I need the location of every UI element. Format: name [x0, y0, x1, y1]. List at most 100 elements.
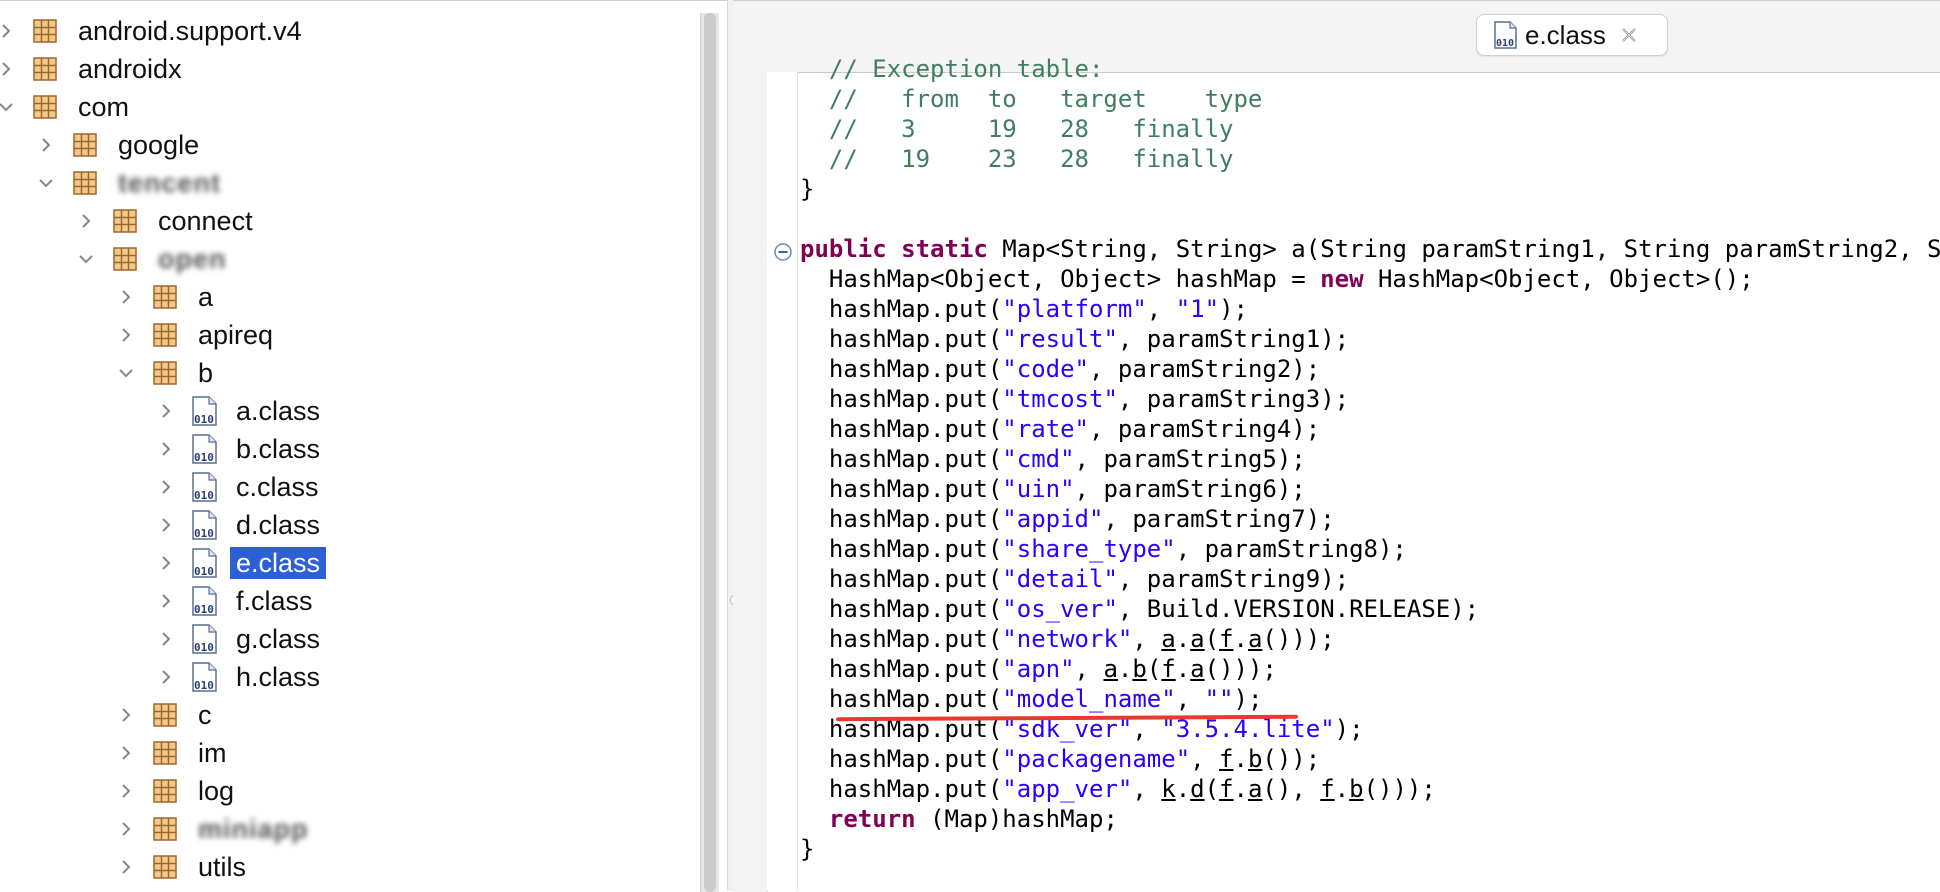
package-icon	[153, 817, 177, 841]
code-line: hashMap.put("detail", paramString9);	[800, 565, 1350, 593]
tree-item-class[interactable]: 010 g.class	[152, 623, 326, 655]
package-icon	[153, 703, 177, 727]
code-line: return (Map)hashMap;	[828, 805, 1118, 833]
code-line: hashMap.put("result", paramString1);	[800, 325, 1350, 353]
package-tree: android.support.v4 androidx com google tence…	[0, 1, 727, 892]
svg-text:010: 010	[194, 565, 214, 578]
chevron-right-icon[interactable]	[152, 435, 180, 463]
tree-item-package[interactable]: google	[32, 129, 205, 161]
chevron-right-icon[interactable]	[112, 853, 140, 881]
tree-item-label: apireq	[198, 320, 274, 350]
tree-item-package[interactable]: c	[112, 699, 218, 731]
tree-item-class[interactable]: 010 b.class	[152, 433, 326, 465]
chevron-down-icon[interactable]	[32, 169, 60, 197]
svg-text:010: 010	[194, 641, 214, 654]
package-icon	[113, 209, 137, 233]
package-icon	[153, 323, 177, 347]
package-icon	[33, 57, 57, 81]
chevron-right-icon[interactable]	[32, 131, 60, 159]
tab-e-class[interactable]: 010 e.class	[1476, 14, 1668, 56]
tree-item-class[interactable]: 010 h.class	[152, 661, 326, 693]
code-line: hashMap.put("appid", paramString7);	[800, 505, 1335, 533]
tree-item-package[interactable]: im	[112, 737, 233, 769]
tree-item-label: c.class	[236, 472, 319, 502]
chevron-right-icon[interactable]	[112, 777, 140, 805]
tree-item-package[interactable]: tencent	[32, 167, 227, 199]
chevron-down-icon[interactable]	[112, 359, 140, 387]
chevron-right-icon[interactable]	[152, 511, 180, 539]
chevron-right-icon[interactable]	[0, 17, 20, 45]
package-icon	[33, 19, 57, 43]
code-line: hashMap.put("apn", a.b(f.a()));	[800, 655, 1277, 683]
code-line: }	[800, 175, 815, 203]
chevron-down-icon[interactable]	[0, 93, 20, 121]
tree-item-package[interactable]: b	[112, 357, 219, 389]
chevron-right-icon[interactable]	[112, 815, 140, 843]
tree-item-label: google	[118, 130, 200, 160]
collapse-fold-icon[interactable]	[773, 242, 793, 262]
tree-item-package[interactable]: a	[112, 281, 219, 313]
chevron-right-icon[interactable]	[112, 321, 140, 349]
chevron-right-icon[interactable]	[152, 587, 180, 615]
class-file-icon: 010	[192, 662, 217, 692]
class-file-icon: 010	[192, 434, 217, 464]
tree-item-label: h.class	[236, 662, 321, 692]
tree-item-package[interactable]: log	[112, 775, 240, 807]
tree-item-label: log	[198, 776, 235, 806]
svg-text:010: 010	[194, 489, 214, 502]
package-icon	[153, 855, 177, 879]
tree-item-class[interactable]: 010 e.class	[152, 547, 327, 579]
chevron-right-icon[interactable]	[152, 663, 180, 691]
tree-item-label: com	[78, 92, 130, 122]
tree-item-package[interactable]: apireq	[112, 319, 279, 351]
tab-label: e.class	[1525, 19, 1606, 50]
code-line: }	[800, 835, 815, 863]
class-file-icon: 010	[192, 510, 217, 540]
code-line: // Exception table:	[800, 55, 1104, 83]
tree-item-package[interactable]: android.support.v4	[0, 15, 308, 47]
class-file-icon: 010	[192, 586, 217, 616]
tree-item-class[interactable]: 010 d.class	[152, 509, 326, 541]
chevron-right-icon[interactable]	[72, 207, 100, 235]
code-line: hashMap.put("network", a.a(f.a()));	[800, 625, 1335, 653]
tree-item-class[interactable]: 010 a.class	[152, 395, 326, 427]
tree-item-label: c	[198, 700, 212, 730]
code-line: hashMap.put("cmd", paramString5);	[800, 445, 1306, 473]
svg-text:010: 010	[1496, 38, 1514, 49]
code-line: hashMap.put("uin", paramString6);	[800, 475, 1306, 503]
chevron-right-icon[interactable]	[112, 283, 140, 311]
chevron-down-icon[interactable]	[72, 245, 100, 273]
tree-item-package[interactable]: miniapp	[112, 813, 315, 845]
tree-scrollbar-thumb[interactable]	[704, 13, 716, 892]
svg-text:010: 010	[194, 679, 214, 692]
tree-item-class[interactable]: 010 f.class	[152, 585, 319, 617]
code-content[interactable]: // Exception table: // from to target ty…	[800, 54, 1940, 891]
tree-item-label: android.support.v4	[78, 16, 302, 46]
tree-item-label: f.class	[236, 586, 313, 616]
package-icon	[113, 247, 137, 271]
chevron-right-icon[interactable]	[152, 625, 180, 653]
class-file-icon: 010	[1494, 21, 1517, 49]
code-line: hashMap.put("code", paramString2);	[800, 355, 1321, 383]
code-line: // 3 19 28 finally	[800, 115, 1234, 143]
editor-ruler	[767, 72, 798, 891]
chevron-right-icon[interactable]	[152, 473, 180, 501]
chevron-right-icon[interactable]	[152, 397, 180, 425]
code-line: hashMap.put("tmcost", paramString3);	[800, 385, 1350, 413]
tree-item-package[interactable]: open	[72, 243, 233, 275]
code-line: // 19 23 28 finally	[800, 145, 1234, 173]
tree-item-class[interactable]: 010 c.class	[152, 471, 325, 503]
tree-item-package[interactable]: connect	[72, 205, 259, 237]
tree-item-package[interactable]: com	[0, 91, 135, 123]
code-line: hashMap.put("share_type", paramString8);	[800, 535, 1407, 563]
chevron-right-icon[interactable]	[0, 55, 20, 83]
tree-item-package[interactable]: utils	[112, 851, 252, 883]
chevron-right-icon[interactable]	[112, 701, 140, 729]
tree-item-package[interactable]: androidx	[0, 53, 188, 85]
tree-item-label: g.class	[236, 624, 321, 654]
chevron-right-icon[interactable]	[112, 739, 140, 767]
chevron-right-icon[interactable]	[152, 549, 180, 577]
tree-item-label: e.class	[230, 547, 327, 579]
method-signature-line: public static Map<String, String> a(Stri…	[800, 235, 1940, 263]
close-icon[interactable]	[1618, 24, 1640, 46]
